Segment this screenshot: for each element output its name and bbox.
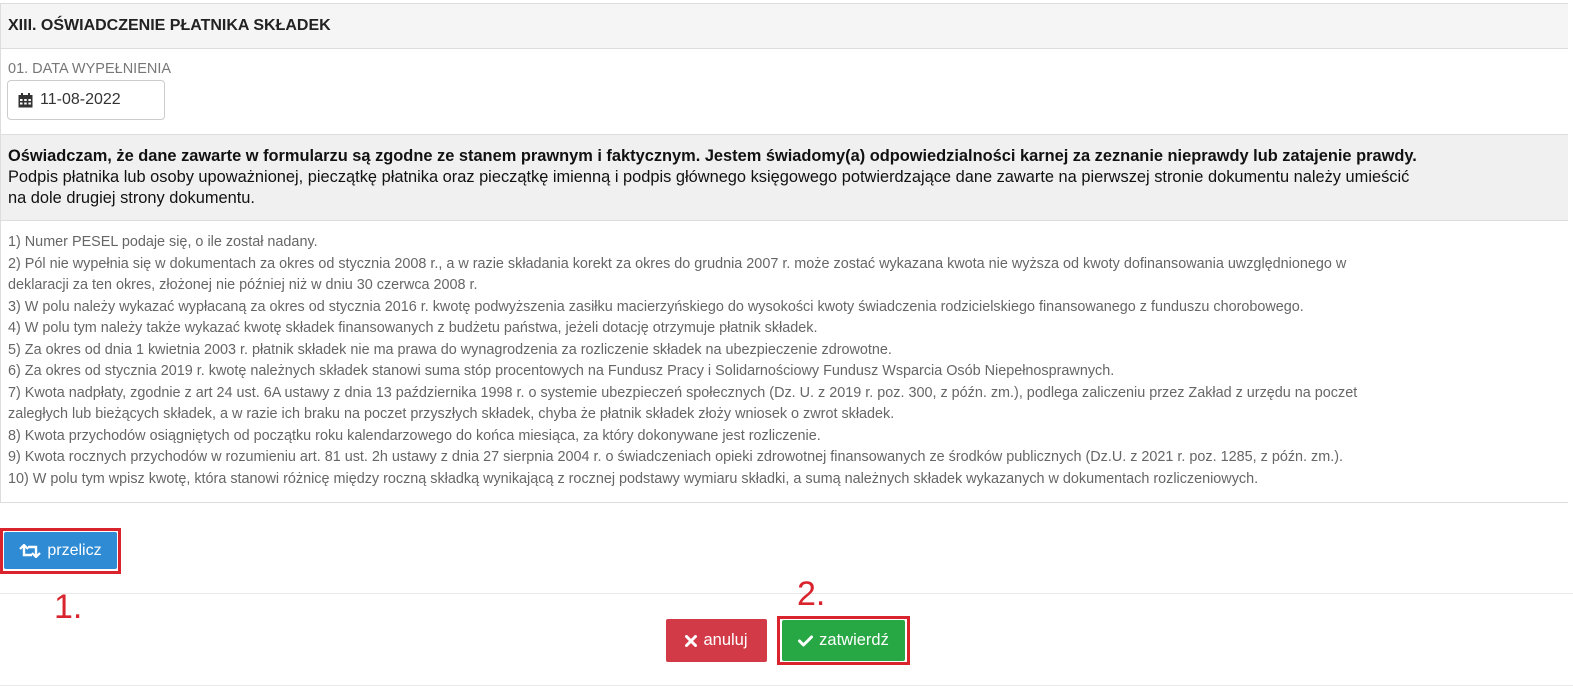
date-label: 01. DATA WYPEŁNIENIA <box>8 61 172 77</box>
footnote-line: 1) Numer PESEL podaje się, o ile został … <box>8 234 318 250</box>
step-marker-2: 2. <box>797 575 826 613</box>
footnote-line: deklaracji za ten okres, złożonej nie pó… <box>8 277 478 293</box>
statement-line: na dole drugiej strony dokumentu. <box>8 189 255 207</box>
highlight-box-1 <box>0 528 121 574</box>
divider <box>0 593 1573 594</box>
footnote-line: 9) Kwota rocznych przychodów w rozumieni… <box>8 449 1343 465</box>
date-input[interactable]: 11-08-2022 <box>7 80 165 120</box>
footnote-line: 8) Kwota przychodów osiągniętych od pocz… <box>8 427 821 444</box>
footnote-line: 3) W polu należy wykazać wypłacaną za ok… <box>8 298 1304 315</box>
footnote-line: 5) Za okres od dnia 1 kwietnia 2003 r. p… <box>8 341 892 358</box>
footnote-line: 2) Pól nie wypełnia się w dokumentach za… <box>8 255 1347 272</box>
statement-line: Podpis płatnika lub osoby upoważnionej, … <box>8 168 1410 186</box>
declaration-section: XIII. OŚWIADCZENIE PŁATNIKA SKŁADEK 01. … <box>0 3 1568 503</box>
footnote-line: 10) W polu tym wpisz kwotę, która stanow… <box>8 470 1259 487</box>
footnote-line: 4) W polu tym należy także wykazać kwotę… <box>8 320 818 336</box>
calendar-icon <box>18 92 33 107</box>
declaration-statement: Oświadczam, że dane zawarte w formularzu… <box>1 134 1568 221</box>
date-value: 11-08-2022 <box>40 91 121 108</box>
statement-bold: Oświadczam, że dane zawarte w formularzu… <box>8 147 1417 165</box>
highlight-box-2 <box>777 616 910 665</box>
footnote-line: 6) Za okres od stycznia 2019 r. kwotę na… <box>8 363 1115 379</box>
cancel-label: anuluj <box>703 631 748 649</box>
date-field-group: 01. DATA WYPEŁNIENIA 11-08-2022 <box>1 49 1568 134</box>
cancel-button[interactable]: anuluj <box>666 619 767 662</box>
footnote-line: 7) Kwota nadpłaty, zgodnie z art 24 ust.… <box>8 384 1358 401</box>
footnote-line: zaległych lub bieżących składek, a w raz… <box>8 406 895 422</box>
divider <box>0 685 1573 686</box>
section-title: XIII. OŚWIADCZENIE PŁATNIKA SKŁADEK <box>1 4 1568 49</box>
footnotes: 1) Numer PESEL podaje się, o ile został … <box>1 221 1568 502</box>
times-icon <box>685 634 698 647</box>
